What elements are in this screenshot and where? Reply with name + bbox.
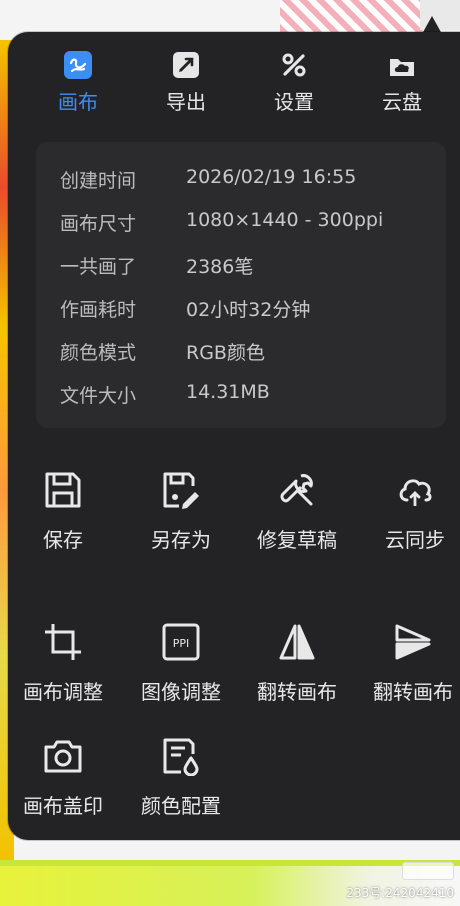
flip-horizontal-label: 翻转画布 <box>257 680 337 704</box>
info-value: 2386笔 <box>186 256 254 278</box>
ppi-icon-text: PPI <box>173 637 190 650</box>
info-value: RGB颜色 <box>186 342 265 364</box>
tab-canvas-label: 画布 <box>58 90 98 114</box>
save-as-label: 另存为 <box>151 528 211 552</box>
info-value: 02小时32分钟 <box>186 299 311 321</box>
color-profile-icon <box>163 738 199 776</box>
canvas-artwork-top <box>280 0 430 32</box>
watermark-text: 233号:242042410 <box>346 886 454 900</box>
cloud-sync-label: 云同步 <box>385 528 445 552</box>
tab-settings[interactable]: 设置 <box>244 50 344 120</box>
info-label: 画布尺寸 <box>60 213 137 235</box>
flip-vertical-label: 翻转画布 <box>373 680 453 704</box>
canvas-adjust-label: 画布调整 <box>23 680 103 704</box>
repair-wrench-icon <box>280 474 313 506</box>
repair-draft-label: 修复草稿 <box>257 528 337 552</box>
tab-settings-label: 设置 <box>274 90 314 114</box>
canvas-menu-popover: 画布 导出 设置 云盘 创建时间 2026/02/19 16:55 画布尺寸 1… <box>8 32 460 840</box>
canvas-stamp-label: 画布盖印 <box>23 794 103 818</box>
save-label: 保存 <box>43 528 83 552</box>
canvas-adjust-button[interactable]: 画布调整 <box>8 622 118 712</box>
info-label: 文件大小 <box>60 385 137 407</box>
canvas-stamp-button[interactable]: 画布盖印 <box>8 736 118 826</box>
ppi-icon: PPI <box>162 623 200 661</box>
tab-export-label: 导出 <box>166 90 206 114</box>
color-profile-label: 颜色配置 <box>141 794 221 818</box>
cloud-drive-icon <box>390 59 414 76</box>
info-label: 创建时间 <box>60 170 137 192</box>
canvas-info-card: 创建时间 2026/02/19 16:55 画布尺寸 1080×1440 - 3… <box>36 142 446 428</box>
info-value: 14.31MB <box>186 381 270 403</box>
save-as-icon <box>163 472 199 509</box>
info-label: 作画耗时 <box>60 299 137 321</box>
settings-icon <box>282 53 306 77</box>
tab-export[interactable]: 导出 <box>136 50 236 120</box>
info-value: 2026/02/19 16:55 <box>186 166 357 188</box>
info-label: 一共画了 <box>60 256 137 278</box>
flip-canvas-horizontal-button[interactable]: 翻转画布 <box>242 622 352 712</box>
tab-bar: 画布 导出 设置 云盘 <box>8 50 460 120</box>
flip-horizontal-icon <box>279 624 315 660</box>
cloud-sync-icon <box>399 479 432 506</box>
camera-icon <box>44 740 82 773</box>
save-icon <box>45 472 81 508</box>
canvas-icon <box>64 51 92 79</box>
watermark-logo <box>402 862 454 880</box>
tab-canvas[interactable]: 画布 <box>28 50 128 120</box>
image-adjust-button[interactable]: PPI 图像调整 <box>126 622 236 712</box>
info-value: 1080×1440 - 300ppi <box>186 209 384 231</box>
save-button[interactable]: 保存 <box>8 470 118 560</box>
export-icon <box>173 52 199 78</box>
repair-draft-button[interactable]: 修复草稿 <box>242 470 352 560</box>
crop-icon <box>45 624 81 660</box>
save-as-button[interactable]: 另存为 <box>126 470 236 560</box>
tab-cloud-drive-label: 云盘 <box>382 90 422 114</box>
color-profile-button[interactable]: 颜色配置 <box>126 736 236 826</box>
info-label: 颜色模式 <box>60 342 137 364</box>
tab-cloud-drive[interactable]: 云盘 <box>352 50 452 120</box>
canvas-artwork-stroke <box>0 860 460 866</box>
image-adjust-label: 图像调整 <box>141 680 221 704</box>
flip-canvas-vertical-button[interactable]: 翻转画布 <box>358 622 460 712</box>
flip-vertical-icon <box>395 624 431 660</box>
cloud-sync-button[interactable]: 云同步 <box>360 470 460 560</box>
